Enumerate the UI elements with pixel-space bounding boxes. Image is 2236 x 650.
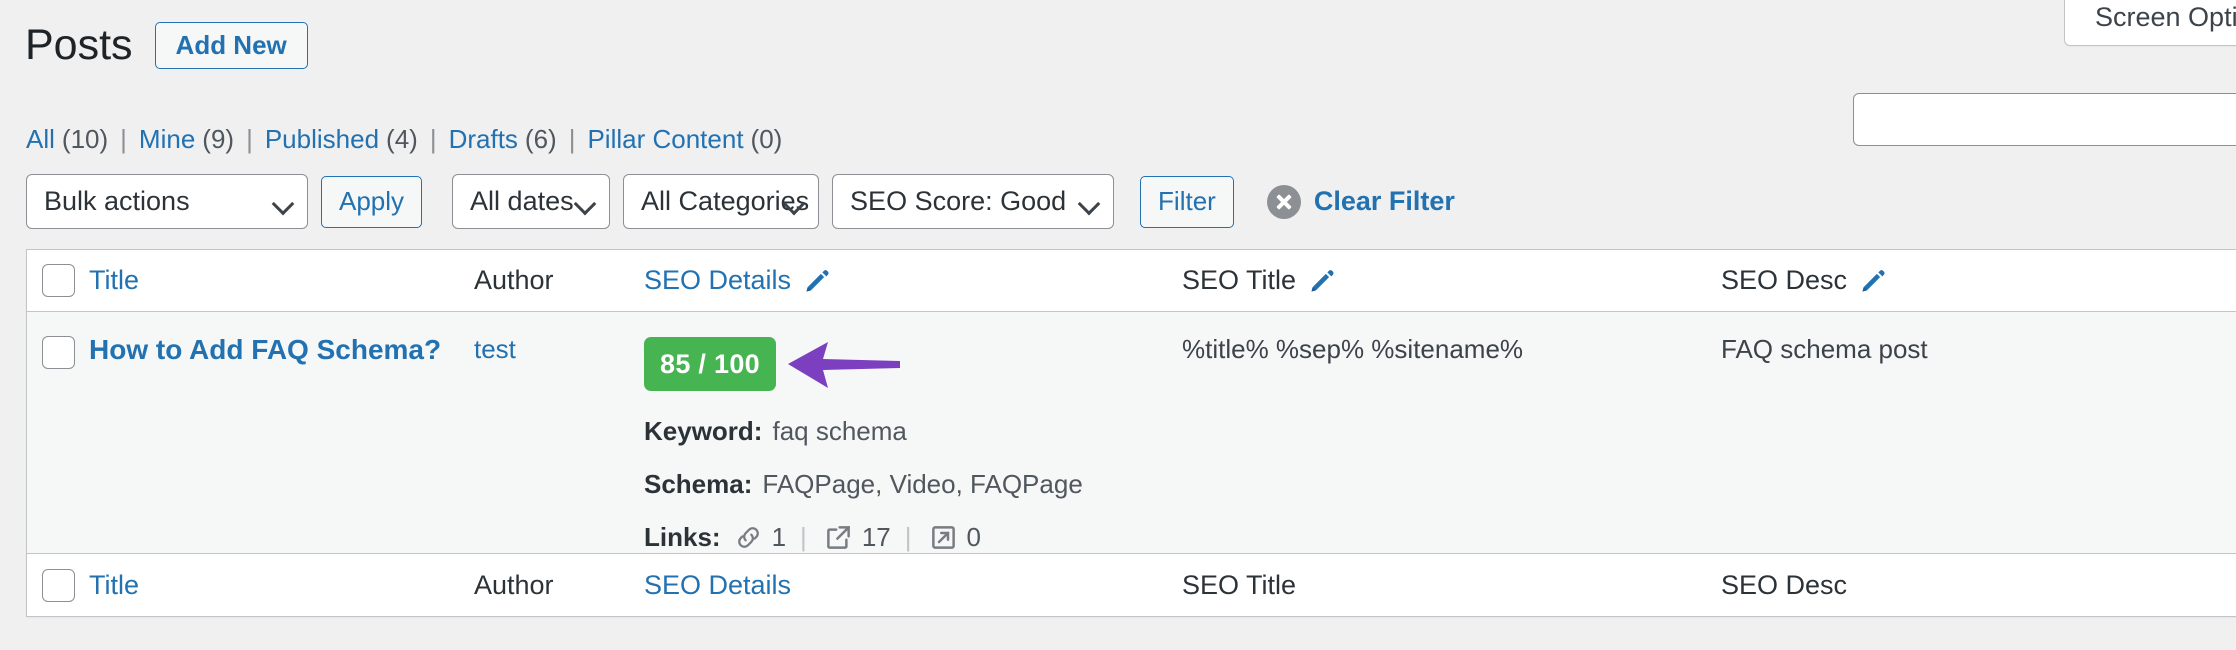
row-select-cell[interactable] [27, 312, 89, 369]
edit-pencil-icon[interactable] [1308, 267, 1336, 295]
clear-filter-link[interactable]: Clear Filter [1266, 184, 1455, 219]
column-footer-seo-details[interactable]: SEO Details [644, 570, 1182, 601]
column-header-seo-title: SEO Title [1182, 265, 1721, 296]
bulk-actions-select[interactable]: Bulk actions [26, 174, 308, 229]
links-separator: | [800, 522, 807, 552]
screen-options-button[interactable]: Screen Options [2064, 0, 2236, 46]
wp-posts-admin-screen: Screen Options Posts Add New All (10) | … [0, 0, 2236, 650]
status-link-all[interactable]: All [26, 124, 55, 155]
category-filter-select[interactable]: All Categories [623, 174, 820, 229]
seo-details-cell: 85 / 100 Keyword: faq schema Schema: FAQ… [644, 312, 1182, 553]
edit-pencil-icon[interactable] [1859, 267, 1887, 295]
column-footer-seo-desc-label: SEO Desc [1721, 569, 1848, 600]
table-header-row: Title Author SEO Details SEO Title SEO D… [27, 250, 2236, 312]
post-status-filter-links: All (10) | Mine (9) | Published (4) | Dr… [26, 124, 782, 155]
chevron-down-icon [1077, 192, 1101, 215]
close-circle-icon [1266, 184, 1301, 219]
status-link-pillar-content[interactable]: Pillar Content [587, 124, 743, 155]
column-header-seo-details[interactable]: SEO Details [644, 265, 1182, 296]
seo-schema-line: Schema: FAQPage, Video, FAQPage [644, 469, 1182, 500]
status-separator: | [246, 124, 253, 154]
column-header-seo-details-label: SEO Details [644, 265, 792, 295]
links-separator: | [904, 522, 912, 552]
keyword-value: faq schema [772, 416, 907, 446]
filter-label: Filter [1158, 186, 1216, 216]
seo-keyword-line: Keyword: faq schema [644, 416, 1182, 447]
bulk-actions-value: Bulk actions [44, 186, 190, 216]
status-count-all: (10) [61, 124, 109, 154]
status-link-published[interactable]: Published [265, 124, 379, 155]
seo-score-filter-select[interactable]: SEO Score: Good [832, 174, 1115, 229]
seo-links-line: Links: 1 | 17 | 0 [644, 522, 1182, 553]
post-title-link[interactable]: How to Add FAQ Schema? [89, 334, 441, 365]
column-header-title-label: Title [89, 265, 140, 295]
external-links-count: 17 [861, 522, 891, 552]
apply-button[interactable]: Apply [321, 175, 423, 228]
status-count-mine: (9) [202, 124, 235, 154]
seo-title-value[interactable]: %title% %sep% %sitename% [1182, 334, 1721, 365]
annotation-arrow-left-icon [788, 342, 900, 388]
edit-pencil-icon[interactable] [803, 267, 831, 295]
chevron-down-icon [271, 192, 295, 215]
seo-score-filter-value: SEO Score: Good [850, 186, 1067, 216]
add-new-button[interactable]: Add New [154, 22, 308, 70]
search-input[interactable] [1853, 93, 2236, 146]
status-count-drafts: (6) [524, 124, 557, 154]
links-label: Links: [644, 522, 721, 552]
clear-filter-label: Clear Filter [1313, 186, 1455, 216]
column-footer-title-label: Title [89, 569, 140, 600]
column-footer-seo-details-label: SEO Details [644, 569, 792, 600]
table-footer-row: Title Author SEO Details SEO Title SEO D… [27, 554, 2236, 616]
posts-table: Title Author SEO Details SEO Title SEO D… [26, 249, 2236, 617]
column-header-title[interactable]: Title [89, 265, 474, 296]
apply-label: Apply [339, 186, 405, 216]
column-header-author-label: Author [474, 265, 554, 295]
column-footer-seo-title: SEO Title [1182, 570, 1721, 601]
column-header-seo-desc: SEO Desc [1721, 265, 2236, 296]
internal-links-count: 1 [771, 522, 787, 552]
schema-label: Schema: [644, 469, 753, 499]
column-header-author: Author [474, 265, 644, 296]
status-count-published: (4) [386, 124, 418, 154]
page-header: Posts Add New [25, 21, 308, 70]
external-link-icon [826, 526, 850, 549]
column-header-seo-desc-label: SEO Desc [1721, 265, 1848, 295]
seo-score-badge[interactable]: 85 / 100 [644, 337, 776, 391]
select-all-checkbox[interactable] [41, 264, 75, 297]
column-footer-author: Author [474, 570, 644, 601]
post-author-link[interactable]: test [474, 334, 516, 364]
status-separator: | [120, 124, 127, 154]
table-row: How to Add FAQ Schema? test 85 / 100 Key… [27, 312, 2236, 554]
screen-options-label: Screen Options [2095, 2, 2236, 32]
column-footer-seo-desc: SEO Desc [1721, 570, 2236, 601]
date-filter-value: All dates [470, 186, 574, 216]
date-filter-select[interactable]: All dates [452, 174, 611, 229]
seo-desc-value[interactable]: FAQ schema post [1721, 334, 2236, 365]
chevron-down-icon [573, 192, 597, 215]
status-separator: | [429, 124, 437, 154]
keyword-label: Keyword: [644, 416, 763, 446]
column-header-seo-title-label: SEO Title [1182, 265, 1297, 295]
status-link-drafts[interactable]: Drafts [449, 124, 518, 155]
filter-button[interactable]: Filter [1140, 175, 1234, 228]
schema-value: FAQPage, Video, FAQPage [762, 469, 1083, 499]
column-footer-title[interactable]: Title [89, 570, 474, 601]
page-title: Posts [25, 21, 133, 69]
nofollow-link-icon [931, 526, 955, 549]
status-link-mine[interactable]: Mine [139, 124, 195, 155]
table-filter-toolbar: Bulk actions Apply All dates All Categor… [26, 174, 1455, 229]
select-all-cell-footer[interactable] [27, 568, 89, 602]
internal-link-icon [737, 527, 759, 548]
row-checkbox[interactable] [41, 336, 75, 369]
select-all-cell[interactable] [27, 264, 89, 297]
column-footer-seo-title-label: SEO Title [1182, 569, 1297, 600]
status-count-pillar-content: (0) [750, 124, 783, 154]
column-footer-author-label: Author [474, 569, 554, 600]
select-all-checkbox-footer[interactable] [41, 568, 75, 602]
status-separator: | [568, 124, 576, 154]
other-links-count: 0 [966, 522, 981, 552]
